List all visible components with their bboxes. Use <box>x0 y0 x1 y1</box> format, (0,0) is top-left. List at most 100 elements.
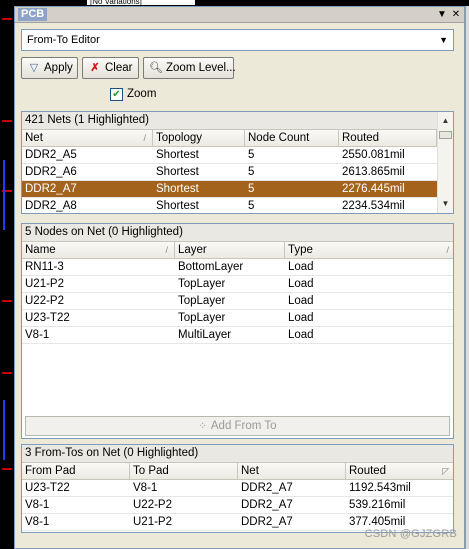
pcb-trace <box>2 120 12 122</box>
table-row[interactable]: RN11-3 BottomLayer Load <box>22 259 453 276</box>
cell-layer: TopLayer <box>178 278 226 290</box>
table-row[interactable]: U23-T22 V8-1 DDR2_A7 1192.543mil <box>22 480 453 497</box>
cell-type: Load <box>288 278 314 290</box>
zoom-checkbox[interactable]: ✔ <box>110 88 123 101</box>
cell-layer: TopLayer <box>178 295 226 307</box>
column-header-node-count[interactable]: Node Count <box>245 130 339 147</box>
column-header-from-pad[interactable]: From Pad <box>22 463 130 480</box>
cell-net: DDR2_A7 <box>25 183 77 195</box>
add-from-to-icon: ⁘ <box>198 421 207 432</box>
cell-node-count: 5 <box>248 183 255 195</box>
column-header-topology[interactable]: Topology <box>153 130 245 147</box>
cell-topology: Shortest <box>156 183 199 195</box>
close-x-icon[interactable]: ✕ <box>450 8 462 21</box>
cell-node-count: 5 <box>248 149 255 161</box>
nets-scrollbar[interactable]: ▲ ▼ <box>437 112 453 213</box>
cell-from-pad: V8-1 <box>25 499 50 511</box>
pcb-canvas-edge <box>0 0 14 549</box>
sort-descending-icon: ◸ <box>442 466 449 476</box>
scroll-up-icon[interactable]: ▲ <box>438 114 453 128</box>
from-tos-grid: 3 From-Tos on Net (0 Highlighted) From P… <box>21 444 454 533</box>
column-header-routed[interactable]: Routed <box>339 130 437 147</box>
mode-select[interactable]: From-To Editor ▼ <box>21 29 454 51</box>
mode-select-value: From-To Editor <box>27 34 100 46</box>
add-from-to-button[interactable]: ⁘ Add From To <box>25 416 450 436</box>
clear-button-label: Clear <box>105 62 133 74</box>
cell-from-pad: V8-1 <box>25 516 50 528</box>
magnifier-icon: 🔍︎ <box>149 62 163 74</box>
table-row[interactable]: V8-1 MultiLayer Load <box>22 327 453 344</box>
column-header-to-pad[interactable]: To Pad <box>130 463 238 480</box>
cell-layer: BottomLayer <box>178 261 244 273</box>
cell-routed: 1192.543mil <box>349 482 411 494</box>
cell-to-pad: V8-1 <box>133 482 158 494</box>
nets-grid-heading: 421 Nets (1 Highlighted) <box>22 112 453 130</box>
cell-from-pad: U23-T22 <box>25 482 70 494</box>
scroll-thumb[interactable] <box>439 131 452 139</box>
column-header-net[interactable]: Net / <box>22 130 153 147</box>
cell-name: U23-T22 <box>25 312 70 324</box>
apply-button[interactable]: ▽ Apply <box>21 57 78 79</box>
from-tos-grid-header: From Pad To Pad Net Routed ◸ <box>22 463 453 480</box>
table-row[interactable]: V8-1 U22-P2 DDR2_A7 539.216mil <box>22 497 453 514</box>
cell-type: Load <box>288 295 314 307</box>
cell-layer: TopLayer <box>178 312 226 324</box>
sort-indicator-icon: / <box>165 245 168 255</box>
nodes-grid: 5 Nodes on Net (0 Highlighted) Name / Lay… <box>21 223 454 439</box>
cell-node-count: 5 <box>248 200 255 212</box>
cell-topology: Shortest <box>156 166 199 178</box>
cell-net: DDR2_A8 <box>25 200 77 212</box>
cell-routed: 2276.445mil <box>342 183 405 195</box>
chevron-down-icon[interactable]: ▼ <box>439 35 448 45</box>
sort-indicator-icon: / <box>143 133 146 143</box>
pcb-panel: PCB ▼ ✕ From-To Editor ▼ ▽ Apply ✗ Clear 🔍… <box>14 6 465 549</box>
cell-name: V8-1 <box>25 329 50 341</box>
nodes-grid-header: Name / Layer Type / <box>22 242 453 259</box>
dropdown-arrow-icon[interactable]: ▼ <box>436 8 448 21</box>
sort-indicator-icon: / <box>446 245 449 255</box>
column-header-type[interactable]: Type / <box>285 242 453 259</box>
column-header-layer[interactable]: Layer <box>175 242 285 259</box>
cell-type: Load <box>288 261 314 273</box>
clear-button[interactable]: ✗ Clear <box>82 57 139 79</box>
table-row[interactable]: DDR2_A5 Shortest 5 2550.081mil <box>22 147 453 164</box>
zoom-checkbox-label: Zoom <box>127 88 157 100</box>
cell-routed: 2234.534mil <box>342 200 405 212</box>
window-edge <box>465 6 469 549</box>
cell-type: Load <box>288 312 314 324</box>
table-row[interactable]: DDR2_A6 Shortest 5 2613.865mil <box>22 164 453 181</box>
pcb-trace <box>3 160 5 230</box>
column-header-routed[interactable]: Routed ◸ <box>346 463 453 480</box>
table-row-selected[interactable]: DDR2_A7 Shortest 5 2276.445mil <box>22 181 437 198</box>
cell-to-pad: U21-P2 <box>133 516 172 528</box>
panel-title: PCB <box>18 8 48 21</box>
watermark: CSDN @GJZGRB <box>364 528 457 540</box>
table-row[interactable]: U23-T22 TopLayer Load <box>22 310 453 327</box>
column-header-name[interactable]: Name / <box>22 242 175 259</box>
column-header-net[interactable]: Net <box>238 463 346 480</box>
from-tos-grid-heading: 3 From-Tos on Net (0 Highlighted) <box>22 445 453 463</box>
table-row[interactable]: U21-P2 TopLayer Load <box>22 276 453 293</box>
zoom-level-button[interactable]: 🔍︎ Zoom Level... <box>143 57 236 79</box>
pcb-trace <box>2 300 12 302</box>
cell-name: U21-P2 <box>25 278 64 290</box>
panel-titlebar: PCB ▼ ✕ <box>15 7 464 23</box>
clear-x-icon: ✗ <box>90 62 100 74</box>
pcb-trace <box>2 372 12 374</box>
pcb-trace <box>3 400 5 460</box>
cell-type: Load <box>288 329 314 341</box>
nets-grid: 421 Nets (1 Highlighted) Net / Topology N… <box>21 111 454 214</box>
cell-topology: Shortest <box>156 200 199 212</box>
cell-net: DDR2_A5 <box>25 149 77 161</box>
nodes-grid-heading: 5 Nodes on Net (0 Highlighted) <box>22 224 453 242</box>
cell-name: RN11-3 <box>25 261 64 273</box>
scroll-down-icon[interactable]: ▼ <box>438 197 453 211</box>
nets-grid-header: Net / Topology Node Count Routed <box>22 130 453 147</box>
table-row[interactable]: U22-P2 TopLayer Load <box>22 293 453 310</box>
cell-routed: 539.216mil <box>349 499 406 511</box>
cell-name: U22-P2 <box>25 295 64 307</box>
table-row[interactable]: DDR2_A8 Shortest 5 2234.534mil <box>22 198 453 213</box>
pcb-trace <box>2 468 12 470</box>
cell-routed: 2613.865mil <box>342 166 405 178</box>
filter-funnel-icon: ▽ <box>29 62 39 74</box>
